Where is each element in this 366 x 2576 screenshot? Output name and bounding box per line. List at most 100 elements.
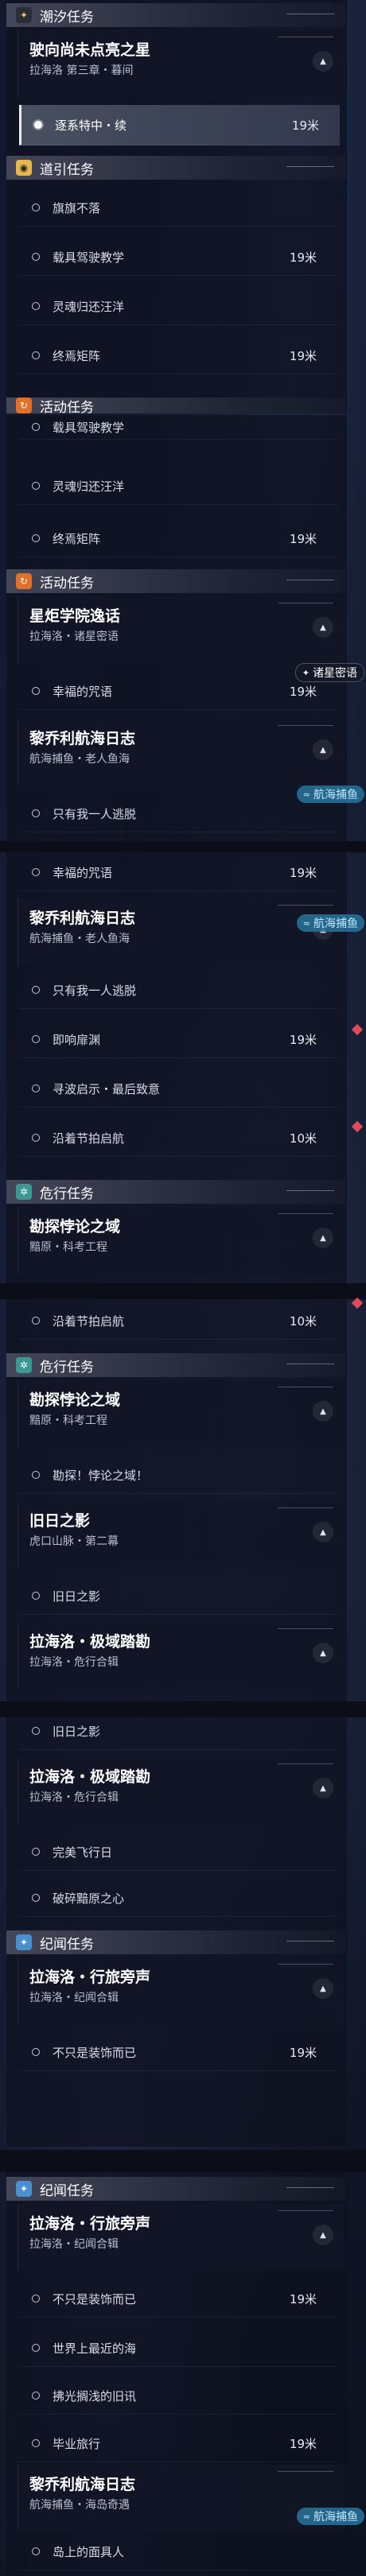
radio-icon — [32, 1471, 40, 1479]
objective-row[interactable]: 不只是装饰而已 19米 — [19, 2034, 337, 2071]
category-activity[interactable]: ↻ 活动任务 — [6, 569, 345, 593]
objective-row[interactable]: 完美飞行日 — [19, 1833, 337, 1871]
section-gap — [0, 841, 366, 852]
objective-row[interactable]: 拂光搁浅的旧讯 — [19, 2377, 337, 2415]
quest-card[interactable]: 拉海洛・行旅旁声 拉海洛・纪闻合辑 ▲ — [18, 1957, 345, 2024]
objective-row[interactable]: 载具驾驶教学 19米 — [19, 239, 337, 276]
quest-card[interactable]: 拉海洛・极域踏勘 拉海洛・危行合辑 ▲ — [18, 1622, 345, 1689]
distance: 19米 — [289, 531, 317, 546]
category-label: 活动任务 — [40, 575, 94, 592]
objective-label: 灵魂归还汪洋 — [53, 299, 125, 314]
objective-row[interactable]: 不只是装饰而已 19米 — [19, 2280, 337, 2318]
chevron-up-icon[interactable]: ▲ — [313, 1643, 333, 1663]
chevron-up-icon[interactable]: ▲ — [313, 1401, 333, 1422]
sparkle-icon: ✦ — [16, 2181, 32, 2197]
divider-deco — [286, 2187, 334, 2191]
objective-label: 逐系特中・续 — [55, 118, 127, 133]
objective-row[interactable]: 破碎黯原之心 — [19, 1880, 337, 1917]
quest-title: 勘探悖论之域 — [29, 1218, 121, 1236]
objective-label: 世界上最近的海 — [53, 2341, 137, 2356]
quest-subtitle: 拉海洛・危行合辑 — [29, 1656, 119, 1669]
objective-row[interactable]: 只有我一人逃脱 — [19, 972, 337, 1009]
objective-row[interactable]: 载具驾驶教学 — [19, 415, 337, 440]
quest-card[interactable]: 黎乔利航海日志 航海捕鱼・老人鱼海 ▲ — [18, 719, 345, 786]
distance: 19米 — [289, 684, 317, 699]
objective-label: 毕业旅行 — [53, 2436, 101, 2451]
chevron-up-icon[interactable]: ▲ — [313, 1978, 333, 1999]
quest-subtitle: 拉海洛・纪闻合辑 — [29, 1992, 119, 2004]
objective-row[interactable]: 终焉矩阵 19米 — [19, 520, 337, 557]
quest-card[interactable]: 旧日之影 虎口山脉・第二幕 ▲ — [18, 1501, 345, 1568]
radio-icon — [32, 1727, 40, 1735]
objective-row[interactable]: 旧日之影 — [19, 1577, 337, 1615]
activity-icon: ↻ — [16, 398, 32, 413]
objective-row[interactable]: 沿着节拍启航 10米 — [19, 1119, 337, 1157]
objective-row[interactable]: 只有我一人逃脱 — [19, 795, 337, 832]
objective-row[interactable]: 勘探！悖论之域！ — [19, 1457, 337, 1494]
chevron-up-icon[interactable]: ▲ — [313, 1522, 333, 1542]
category-danger[interactable]: ✲ 危行任务 — [6, 1353, 345, 1377]
category-danger[interactable]: ✲ 危行任务 — [6, 1180, 345, 1204]
objective-row[interactable]: 旗旗不落 — [19, 189, 337, 227]
radio-icon — [32, 1894, 40, 1902]
chevron-up-icon[interactable]: ▲ — [313, 51, 333, 72]
chevron-up-icon[interactable]: ▲ — [313, 2225, 333, 2245]
radio-icon — [32, 1035, 40, 1043]
objective-row[interactable]: 寻波启示・最后致意 — [19, 1070, 337, 1108]
objective-row[interactable]: 毕业旅行 19米 — [19, 2425, 337, 2462]
divider-deco — [278, 1507, 333, 1508]
divider-deco — [278, 1763, 333, 1764]
chevron-up-icon[interactable]: ▲ — [313, 739, 333, 760]
divider-deco — [286, 1941, 334, 1945]
quest-card[interactable]: 拉海洛・极域踏勘 拉海洛・危行合辑 ▲ — [18, 1757, 345, 1824]
objective-selected[interactable]: 逐系特中・续 19米 — [19, 105, 340, 145]
objective-label: 只有我一人逃脱 — [53, 806, 137, 821]
radio-icon — [32, 1317, 40, 1325]
objective-label: 沿着节拍启航 — [53, 1131, 125, 1146]
quest-card[interactable]: 黎乔利航海日志 航海捕鱼・海岛奇遇 — [18, 2465, 345, 2531]
quest-card[interactable]: 驶向尚未点亮之星 拉海洛 第三章・暮间 ▲ — [18, 30, 345, 97]
category-label: 危行任务 — [40, 1359, 94, 1375]
chevron-up-icon[interactable]: ▲ — [313, 1228, 333, 1248]
chevron-up-icon[interactable]: ▲ — [313, 617, 333, 638]
objective-row[interactable]: 沿着节拍启航 10米 — [19, 1302, 337, 1340]
radio-icon — [32, 809, 40, 817]
quest-card[interactable]: 拉海洛・行旅旁声 拉海洛・纪闻合辑 ▲ — [18, 2204, 345, 2271]
quest-card[interactable]: 星炬学院逸话 拉海洛・诸星密语 ▲ — [18, 596, 345, 663]
objective-row[interactable]: 世界上最近的海 — [19, 2330, 337, 2367]
quest-card[interactable]: 黎乔利航海日志 航海捕鱼・老人鱼海 ▲ — [18, 898, 345, 965]
quest-subtitle: 拉海洛・危行合辑 — [29, 1791, 119, 1804]
divider-deco — [286, 580, 334, 584]
radio-icon — [32, 2392, 40, 2399]
quest-title: 拉海洛・极域踏勘 — [29, 1633, 151, 1651]
quest-subtitle: 虎口山脉・第二幕 — [29, 1535, 119, 1548]
distance: 19米 — [289, 2291, 317, 2306]
objective-row[interactable]: 幸福的咒语 19米 — [19, 673, 337, 710]
pin-icon: ◉ — [16, 160, 32, 176]
category-tide[interactable]: ✦ 潮汐任务 — [6, 3, 345, 27]
objective-row[interactable]: 旧日之影 — [19, 1713, 337, 1750]
radio-icon — [32, 204, 40, 211]
category-chronicle[interactable]: ✦ 纪闻任务 — [6, 1930, 345, 1954]
quest-subtitle: 航海捕鱼・海岛奇遇 — [29, 2499, 130, 2512]
objective-row[interactable]: 即响扉渊 19米 — [19, 1021, 337, 1058]
objective-row[interactable]: 灵魂归还汪洋 — [19, 288, 337, 325]
chevron-up-icon[interactable]: ▲ — [313, 1778, 333, 1798]
objective-label: 不只是装饰而已 — [53, 2291, 137, 2306]
objective-row[interactable]: 岛上的面具人 — [19, 2533, 337, 2570]
quest-subtitle: 航海捕鱼・老人鱼海 — [29, 753, 130, 766]
objective-row[interactable]: 灵魂归还汪洋 — [19, 467, 337, 505]
category-guide[interactable]: ◉ 道引任务 — [6, 156, 345, 180]
quest-card[interactable]: 勘探悖论之域 黯原・科考工程 ▲ — [18, 1207, 345, 1274]
distance: 19米 — [289, 348, 317, 363]
quest-card[interactable]: 勘探悖论之域 黯原・科考工程 ▲ — [18, 1380, 345, 1447]
radio-icon — [32, 1592, 40, 1600]
objective-label: 幸福的咒语 — [53, 684, 113, 699]
objective-row[interactable]: 终焉矩阵 19米 — [19, 337, 337, 374]
wave-icon: ≈ — [302, 2511, 310, 2522]
objective-row[interactable]: 幸福的咒语 19米 — [19, 854, 337, 891]
category-chronicle[interactable]: ✦ 纪闻任务 — [6, 2177, 345, 2201]
distance: 10米 — [289, 1131, 317, 1146]
quest-title: 驶向尚未点亮之星 — [29, 41, 151, 59]
tag-badge: ≈ 航海捕鱼 — [296, 914, 364, 932]
